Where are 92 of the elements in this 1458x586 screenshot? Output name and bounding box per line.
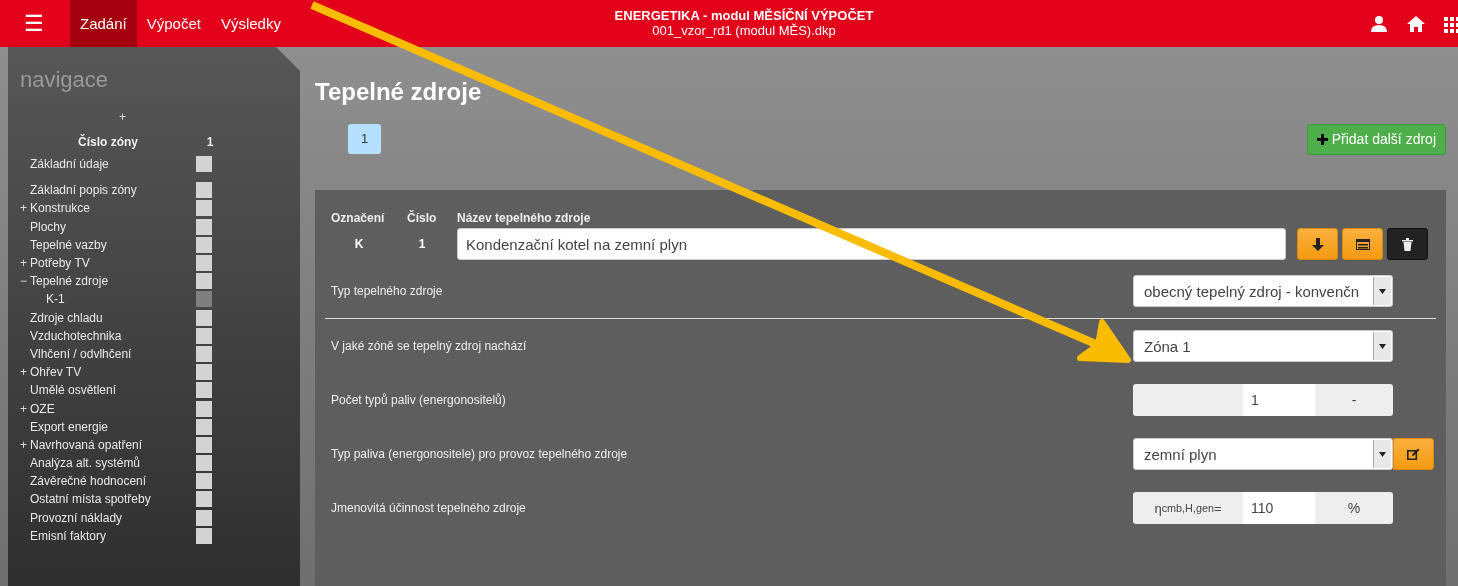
status-square[interactable]	[196, 418, 212, 435]
list-icon	[1355, 238, 1370, 250]
expand-toggle[interactable]: +	[20, 365, 27, 380]
status-square[interactable]	[196, 382, 212, 399]
nav-item-label: Emisní faktory	[30, 528, 108, 543]
nav-item-label: Ohřev TV	[30, 365, 83, 380]
home-icon[interactable]	[1406, 14, 1426, 33]
status-square[interactable]	[196, 509, 212, 526]
expand-toggle[interactable]: +	[20, 401, 27, 416]
field-label: V jaké zóně se tepelný zdroj nachází	[331, 339, 528, 353]
page-button[interactable]: 1	[348, 124, 381, 154]
panel-title: navigace	[20, 67, 110, 94]
delete-button[interactable]	[1387, 228, 1428, 260]
status-square[interactable]	[196, 436, 212, 453]
status-square[interactable]	[196, 218, 212, 235]
status-square[interactable]	[196, 527, 212, 544]
nav-item-label: Umělé osvětlení	[30, 383, 118, 398]
status-square[interactable]	[196, 400, 212, 417]
source-mark: K	[353, 237, 365, 251]
caret-icon	[1379, 343, 1386, 349]
status-square[interactable]	[196, 200, 212, 217]
status-square[interactable]	[196, 345, 212, 362]
edit-button[interactable]	[1393, 438, 1434, 470]
expand-toggle[interactable]: +	[20, 256, 27, 271]
nav-item-label: Vzduchotechnika	[30, 328, 123, 343]
unit-label: %	[1346, 499, 1362, 518]
nav-item-label: Navrhovaná opatření	[30, 437, 144, 452]
nav-item-label: Provozní náklady	[30, 510, 124, 525]
expand-toggle[interactable]: +	[20, 437, 27, 452]
status-square[interactable]	[196, 236, 212, 253]
value-input-field[interactable]: 110	[1243, 492, 1315, 524]
field-label: Typ paliva (energonositele) pro provoz tepelného zdroje	[331, 447, 629, 461]
status-square[interactable]	[196, 491, 212, 508]
nav-item-label: Tepelné zdroje	[30, 274, 110, 289]
expand-toggle[interactable]: −	[20, 274, 27, 289]
nav-item-label: Potřeby TV	[30, 256, 91, 271]
down-button[interactable]	[1297, 228, 1338, 260]
zone-label: Číslo zóny	[77, 135, 138, 149]
status-square[interactable]	[196, 156, 212, 173]
field-label: Počet typů paliv (energonositelů)	[331, 393, 507, 407]
unit-label: -	[1350, 391, 1358, 410]
nav-tab[interactable]: Výpočet	[136, 0, 211, 47]
caret-icon	[1379, 288, 1386, 294]
status-square[interactable]	[196, 455, 212, 472]
expand-toggle[interactable]: +	[20, 201, 27, 216]
status-square[interactable]	[196, 309, 212, 326]
down-arrow-icon	[1311, 237, 1324, 251]
menu-icon[interactable]: ☰	[24, 12, 44, 35]
field-label: Jmenovitá účinnost tepelného zdroje	[331, 501, 527, 515]
nav-item-label: Základní údaje	[30, 157, 110, 172]
source-number: 1	[417, 237, 427, 251]
add-zone-button[interactable]: +	[119, 110, 126, 124]
nav-item-label: OZE	[30, 401, 56, 416]
column-header: Číslo	[407, 211, 438, 224]
page-title: Tepelné zdroje	[315, 78, 483, 107]
status-square[interactable]	[196, 182, 212, 199]
nav-item-label: Analýza alt. systémů	[30, 456, 142, 471]
nav-item-label: Vlhčení / odvlhčení	[30, 346, 133, 361]
field-label: Typ tepelného zdroje	[331, 284, 444, 298]
nav-item-label: Tepelné vazby	[30, 237, 108, 252]
nav-item-label: Plochy	[30, 219, 68, 234]
select-field[interactable]: Zóna 1	[1133, 330, 1393, 362]
grid-icon[interactable]	[1444, 14, 1458, 33]
app-title: ENERGETIKA - modul MĚSÍČNÍ VÝPOČET	[614, 8, 874, 23]
file-name: 001_vzor_rd1 (modul MĚS).dkp	[652, 23, 836, 38]
status-square[interactable]	[196, 327, 212, 344]
user-icon[interactable]	[1370, 14, 1388, 33]
nav-item-label: Závěrečné hodnocení	[30, 474, 148, 489]
status-square[interactable]	[196, 273, 212, 290]
caret-icon	[1379, 451, 1386, 457]
status-square[interactable]	[196, 255, 212, 272]
trash-icon	[1402, 237, 1413, 251]
zone-number: 1	[205, 135, 215, 149]
nav-item-label: Konstrukce	[30, 201, 92, 216]
status-square[interactable]	[196, 364, 212, 381]
select-field[interactable]: zemní plyn	[1133, 438, 1393, 470]
nav-item-label: Ostatní místa spotřeby	[30, 492, 152, 507]
nav-item-label: Zdroje chladu	[30, 310, 104, 325]
nav-item-label: Základní popis zóny	[30, 183, 138, 198]
column-header: Označení	[331, 211, 386, 224]
nav-item-label: Export energie	[30, 419, 110, 434]
value-input-field[interactable]: 1	[1243, 384, 1315, 416]
plus-icon	[1316, 133, 1328, 145]
status-square[interactable]	[196, 473, 212, 490]
nav-tab[interactable]: Výsledky	[210, 0, 291, 47]
name-input-field[interactable]: Kondenzační kotel na zemní plyn	[457, 228, 1286, 260]
select-field[interactable]: obecný tepelný zdroj - konvenčn	[1133, 275, 1393, 307]
list-button[interactable]	[1342, 228, 1383, 260]
edit-icon	[1407, 448, 1420, 460]
nav-item-label[interactable]: K-1	[30, 292, 196, 307]
nav-tab[interactable]: Zadání	[70, 0, 137, 47]
column-header: Název tepelného zdroje	[457, 211, 591, 224]
